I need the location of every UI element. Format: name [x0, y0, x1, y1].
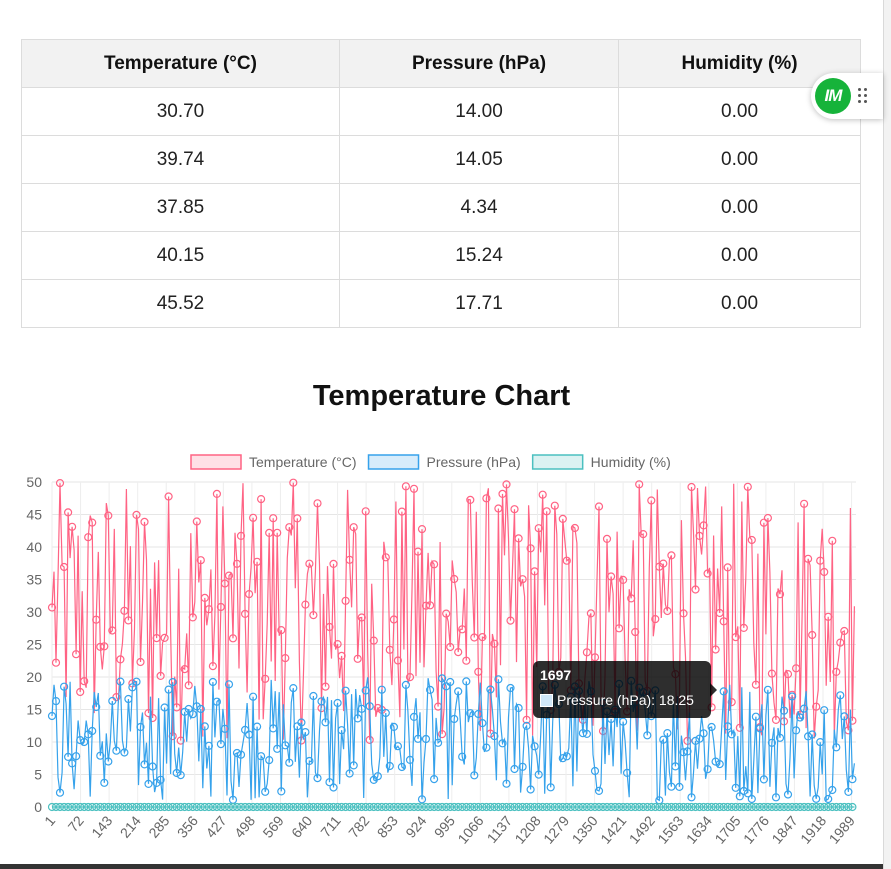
x-tick-label: 143: [88, 812, 115, 840]
legend-label: Pressure (hPa): [427, 454, 521, 470]
x-tick-label: 1492: [626, 812, 658, 846]
y-tick-label: 15: [26, 702, 42, 718]
floating-extension-widget[interactable]: IM: [811, 73, 883, 119]
y-tick-label: 40: [26, 539, 42, 555]
readings-table: Temperature (°C) Pressure (hPa) Humidity…: [21, 39, 861, 328]
legend-label: Humidity (%): [591, 454, 671, 470]
table-row: 30.70 14.00 0.00: [21, 87, 861, 136]
table-row: 39.74 14.05 0.00: [21, 135, 861, 184]
y-tick-label: 50: [26, 474, 42, 490]
table-cell: 45.52: [21, 279, 340, 328]
table-cell: 37.85: [21, 183, 340, 232]
x-tick-label: 1421: [597, 812, 629, 846]
x-tick-label: 853: [374, 812, 401, 840]
line-chart[interactable]: 0 5 10 15 20 25 30 35 40 45 50 1 72 143 214 285 356 427 49…: [0, 440, 883, 864]
legend-item: Humidity (%): [531, 454, 671, 470]
chart-title: Temperature Chart: [312, 380, 571, 412]
tooltip-swatch: [540, 694, 553, 707]
tooltip-title: 1697: [540, 667, 572, 683]
x-tick-label: 569: [259, 812, 286, 840]
x-tick-label: 1: [41, 812, 58, 828]
x-tick-label: 214: [117, 812, 144, 840]
table-cell: 0.00: [618, 183, 861, 232]
table-cell: 14.05: [338, 135, 620, 184]
tooltip-caret: [710, 683, 717, 697]
column-header: Temperature (°C): [21, 39, 340, 88]
x-tick-label: 924: [402, 812, 429, 840]
table-cell: 15.24: [338, 231, 620, 280]
x-tick-label: 285: [145, 812, 172, 840]
x-tick-label: 427: [202, 812, 229, 840]
x-tick-label: 356: [174, 812, 201, 840]
x-tick-label: 498: [231, 812, 258, 840]
y-tick-label: 5: [34, 767, 42, 783]
table-header-row: Temperature (°C) Pressure (hPa) Humidity…: [21, 39, 861, 88]
x-tick-label: 1634: [683, 812, 715, 846]
y-tick-label: 25: [26, 637, 42, 653]
x-tick-label: 1847: [768, 812, 800, 846]
series-line: [51, 676, 855, 802]
table-cell: 30.70: [21, 87, 340, 136]
legend-label: Temperature (°C): [249, 454, 357, 470]
x-tick-label: 1279: [540, 812, 572, 846]
im-logo-icon[interactable]: IM: [815, 78, 851, 114]
x-tick-label: 72: [65, 812, 87, 834]
table-cell: 39.74: [21, 135, 340, 184]
x-tick-label: 640: [288, 812, 315, 840]
y-tick-label: 20: [26, 669, 42, 685]
table-cell: 14.00: [338, 87, 620, 136]
table-cell: 0.00: [618, 231, 861, 280]
legend-item: Pressure (hPa): [367, 454, 521, 470]
table-cell: 17.71: [338, 279, 620, 328]
y-tick-label: 45: [26, 507, 42, 523]
y-tick-label: 30: [26, 604, 42, 620]
x-tick-label: 1705: [711, 812, 743, 846]
x-tick-label: 1563: [654, 812, 686, 846]
x-tick-label: 1350: [569, 812, 601, 846]
table-cell: 40.15: [21, 231, 340, 280]
x-tick-label: 1137: [484, 812, 516, 846]
x-tick-label: 1208: [511, 812, 543, 846]
legend-swatch: [190, 454, 242, 470]
x-tick-label: 782: [345, 812, 372, 840]
y-tick-label: 35: [26, 572, 42, 588]
drag-grip-icon[interactable]: [858, 88, 870, 104]
table-row: 45.52 17.71 0.00: [21, 279, 861, 328]
x-tick-label: 711: [317, 812, 344, 840]
x-tick-label: 1066: [454, 812, 486, 846]
legend-swatch: [531, 454, 584, 470]
column-header: Pressure (hPa): [338, 39, 620, 88]
table-cell: 0.00: [618, 279, 861, 328]
legend-swatch: [367, 454, 420, 470]
x-tick-label: 1989: [826, 812, 858, 846]
table-row: 37.85 4.34 0.00: [21, 183, 861, 232]
x-tick-label: 1918: [797, 812, 829, 846]
y-tick-label: 10: [26, 734, 42, 750]
chart-tooltip: 1697 Pressure (hPa): 18.25: [533, 661, 717, 718]
window-edge: [883, 0, 891, 869]
tooltip-label: Pressure (hPa): 18.25: [557, 692, 694, 708]
table-row: 40.15 15.24 0.00: [21, 231, 861, 280]
x-tick-label: 1776: [740, 812, 772, 846]
y-tick-label: 0: [34, 799, 42, 815]
table-cell: 0.00: [618, 135, 861, 184]
table-cell: 4.34: [338, 183, 620, 232]
window-bottom-edge: [0, 864, 883, 869]
legend-item: Temperature (°C): [190, 454, 357, 470]
